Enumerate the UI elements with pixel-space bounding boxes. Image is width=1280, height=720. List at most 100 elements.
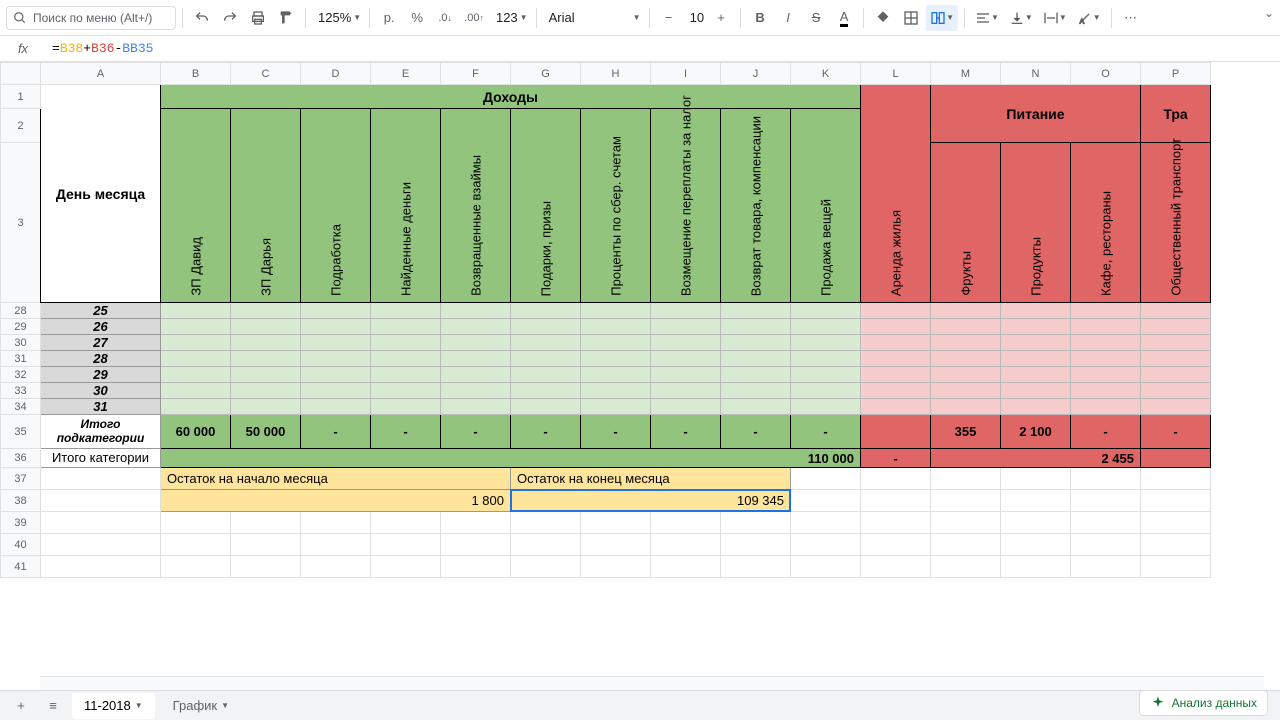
undo-button[interactable] [189,5,215,31]
sheet-tab[interactable]: График ▼ [161,693,241,719]
col-header[interactable]: D [301,63,371,85]
subtotal-cell[interactable]: 60 000 [161,415,231,449]
zoom-select[interactable]: 125%▼ [312,5,363,31]
col-header[interactable]: P [1141,63,1211,85]
day-cell[interactable]: 25 [41,303,161,319]
row-header[interactable]: 32 [1,367,41,383]
expand-toolbar-button[interactable]: ⌄ [1264,6,1274,20]
print-button[interactable] [245,5,271,31]
analyze-data-button[interactable]: Анализ данных [1139,690,1268,716]
subtotal-cell[interactable]: - [301,415,371,449]
italic-button[interactable]: I [775,5,801,31]
col-header[interactable]: F [441,63,511,85]
all-sheets-button[interactable]: ≡ [40,693,66,719]
col-header[interactable]: N [1001,63,1071,85]
income-subheader[interactable]: Возвращенные взаймы [441,109,511,303]
paint-format-button[interactable] [273,5,299,31]
row-header[interactable]: 39 [1,512,41,534]
row-header[interactable]: 29 [1,319,41,335]
expense-header[interactable]: Питание [931,85,1141,143]
subtotal-cell[interactable]: 2 100 [1001,415,1071,449]
text-color-button[interactable]: A [831,5,857,31]
col-header[interactable]: G [511,63,581,85]
subtotal-cell[interactable] [861,415,931,449]
day-cell[interactable]: 28 [41,351,161,367]
font-size-decrease[interactable]: − [656,5,682,31]
cell[interactable] [161,303,231,319]
expense-subheader[interactable]: Общественный транспорт [1141,143,1211,303]
select-all-corner[interactable] [1,63,41,85]
menu-search[interactable]: Поиск по меню (Alt+/) [6,6,176,30]
income-subheader[interactable]: Подарки, призы [511,109,581,303]
income-subheader[interactable]: ЗП Дарья [231,109,301,303]
income-subheader[interactable]: Проценты по сбер. счетам [581,109,651,303]
subtotal-cell[interactable]: 355 [931,415,1001,449]
row-header[interactable]: 35 [1,415,41,449]
col-header[interactable]: E [371,63,441,85]
row-header[interactable]: 33 [1,383,41,399]
day-cell[interactable]: 31 [41,399,161,415]
expense-total[interactable]: - [861,449,931,468]
subtotal-cell[interactable]: - [441,415,511,449]
income-subheader[interactable]: ЗП Давид [161,109,231,303]
row-header[interactable]: 36 [1,449,41,468]
subtotal-cell[interactable]: - [651,415,721,449]
borders-button[interactable] [898,5,924,31]
day-cell[interactable]: 29 [41,367,161,383]
row-header[interactable]: 37 [1,468,41,490]
merge-button[interactable]: ▼ [926,5,958,31]
income-header[interactable]: Доходы [161,85,861,109]
start-balance-value[interactable]: 1 800 [161,490,511,512]
formula-input[interactable]: =B38+B36-BB35 [46,41,1280,56]
row-header[interactable]: 1 [1,85,41,109]
income-subheader[interactable]: Возврат товара, компенсации [721,109,791,303]
col-header[interactable]: A [41,63,161,85]
category-total-label[interactable]: Итого категории [41,449,161,468]
number-format-select[interactable]: 123▼ [490,5,530,31]
expense-header2[interactable]: Тра [1141,85,1211,143]
col-header[interactable]: I [651,63,721,85]
subtotal-cell[interactable]: - [511,415,581,449]
col-header[interactable]: J [721,63,791,85]
font-size-increase[interactable]: + [708,5,734,31]
row-header[interactable]: 40 [1,534,41,556]
horizontal-scrollbar[interactable] [40,676,1264,690]
currency-button[interactable]: р. [376,5,402,31]
subtotal-cell[interactable]: - [721,415,791,449]
col-header[interactable]: M [931,63,1001,85]
row-header[interactable]: 41 [1,556,41,578]
subtotal-cell[interactable]: - [581,415,651,449]
col-header[interactable]: L [861,63,931,85]
more-button[interactable]: ⋯ [1118,5,1144,31]
col-header[interactable]: C [231,63,301,85]
row-header[interactable]: 31 [1,351,41,367]
col-header[interactable]: H [581,63,651,85]
redo-button[interactable] [217,5,243,31]
row-header[interactable]: 28 [1,303,41,319]
bold-button[interactable]: B [747,5,773,31]
row-header[interactable]: 3 [1,143,41,303]
income-subheader[interactable]: Подработка [301,109,371,303]
rotate-button[interactable]: A▼ [1073,5,1105,31]
income-total[interactable]: 110 000 [161,449,861,468]
subtotal-cell[interactable]: - [1141,415,1211,449]
end-balance-value[interactable]: 109 345 [511,490,791,512]
valign-button[interactable]: ▼ [1005,5,1037,31]
subtotal-label[interactable]: Итого подкатегории [41,415,161,449]
income-subheader[interactable]: Продажа вещей [791,109,861,303]
spreadsheet-grid[interactable]: A B C D E F G H I J K L M N O P 1 День м… [0,62,1211,578]
sheet-tab-active[interactable]: 11-2018 ▼ [72,693,155,719]
row-header[interactable]: 38 [1,490,41,512]
col-header[interactable]: K [791,63,861,85]
row-header[interactable]: 2 [1,109,41,143]
subtotal-cell[interactable]: - [1071,415,1141,449]
font-select[interactable]: Arial▼ [543,5,643,31]
expense-subheader[interactable]: Фрукты [931,143,1001,303]
expense-subheader[interactable]: Аренда жилья [861,85,931,303]
start-balance-label[interactable]: Остаток на начало месяца [161,468,511,490]
col-header[interactable]: B [161,63,231,85]
cell[interactable] [41,468,161,490]
add-sheet-button[interactable]: + [8,693,34,719]
expense-subheader[interactable]: Кафе, рестораны [1071,143,1141,303]
income-subheader[interactable]: Возмещение переплаты за налог [651,109,721,303]
